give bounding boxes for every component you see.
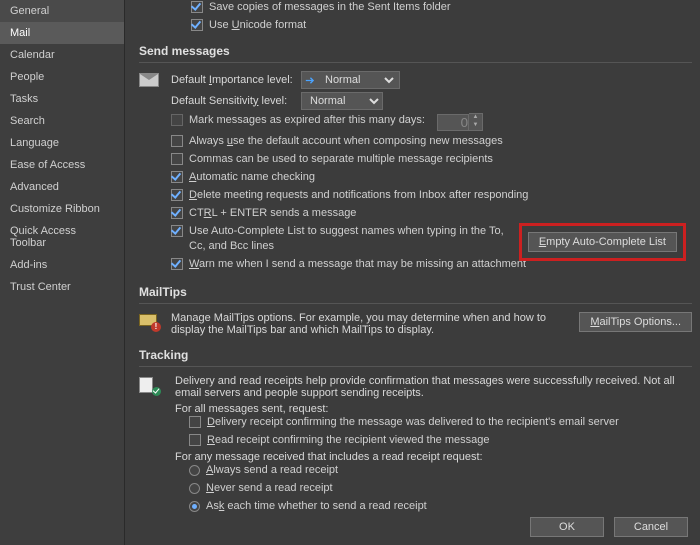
radio-ask-each[interactable] xyxy=(189,501,200,512)
mailtips-description: Manage MailTips options. For example, yo… xyxy=(171,312,564,336)
label-commas: Commas can be used to separate multiple … xyxy=(189,152,493,167)
sidebar: General Mail Calendar People Tasks Searc… xyxy=(0,0,125,545)
label-autocomplete: Use Auto-Complete List to suggest names … xyxy=(189,224,519,254)
label-always-default: Always use the default account when comp… xyxy=(189,134,503,149)
spinner-icon[interactable]: ▲▼ xyxy=(469,113,483,131)
ok-button[interactable]: OK xyxy=(530,517,604,537)
select-sensitivity[interactable]: Normal xyxy=(301,92,383,110)
sidebar-item-calendar[interactable]: Calendar xyxy=(0,44,124,66)
sidebar-item-trust-center[interactable]: Trust Center xyxy=(0,276,124,298)
checkbox-save-copies[interactable] xyxy=(191,1,203,13)
label-delivery-receipt: Delivery receipt confirming the message … xyxy=(207,415,619,430)
label-any-recv: For any message received that includes a… xyxy=(171,451,692,463)
section-title-tracking: Tracking xyxy=(139,344,692,364)
checkbox-unicode[interactable] xyxy=(191,19,203,31)
label-ctrl-enter: CTRL + ENTER sends a message xyxy=(189,206,356,221)
main-panel: Save copies of messages in the Sent Item… xyxy=(125,0,700,545)
sidebar-item-ease-of-access[interactable]: Ease of Access xyxy=(0,154,124,176)
checkbox-delivery-receipt[interactable] xyxy=(189,416,201,428)
checkbox-ctrl-enter[interactable] xyxy=(171,207,183,219)
sidebar-item-advanced[interactable]: Advanced xyxy=(0,176,124,198)
sidebar-item-customize-ribbon[interactable]: Customize Ribbon xyxy=(0,198,124,220)
section-title-mailtips: MailTips xyxy=(139,281,692,301)
checkbox-read-receipt[interactable] xyxy=(189,434,201,446)
sidebar-item-people[interactable]: People xyxy=(0,66,124,88)
checkbox-auto-name[interactable] xyxy=(171,171,183,183)
select-importance[interactable]: Normal xyxy=(317,72,397,88)
tracking-description: Delivery and read receipts help provide … xyxy=(171,375,692,399)
envelope-icon xyxy=(139,71,161,275)
label-save-copies: Save copies of messages in the Sent Item… xyxy=(209,0,451,15)
sidebar-item-language[interactable]: Language xyxy=(0,132,124,154)
label-sensitivity: Default Sensitivity level: xyxy=(171,94,301,109)
divider xyxy=(139,366,692,367)
checkbox-delete-meeting[interactable] xyxy=(171,189,183,201)
label-ask-each: Ask each time whether to send a read rec… xyxy=(206,499,427,514)
checkbox-autocomplete[interactable] xyxy=(171,225,183,237)
arrow-icon xyxy=(304,75,315,86)
label-importance: Default Importance level: xyxy=(171,73,301,88)
label-expire: Mark messages as expired after this many… xyxy=(189,113,425,128)
sidebar-item-search[interactable]: Search xyxy=(0,110,124,132)
label-unicode: Use Unicode format xyxy=(209,18,306,33)
select-importance-wrap[interactable]: Normal xyxy=(301,71,400,89)
label-never-send: Never send a read receipt xyxy=(206,481,333,496)
highlight-box: Empty Auto-Complete List xyxy=(519,223,686,261)
sidebar-item-add-ins[interactable]: Add-ins xyxy=(0,254,124,276)
sidebar-item-mail[interactable]: Mail xyxy=(0,22,124,44)
label-all-sent: For all messages sent, request: xyxy=(171,403,692,415)
empty-autocomplete-button[interactable]: Empty Auto-Complete List xyxy=(528,232,677,252)
label-read-receipt: Read receipt confirming the recipient vi… xyxy=(207,433,490,448)
checkbox-warn-attach[interactable] xyxy=(171,258,183,270)
section-title-send: Send messages xyxy=(139,40,692,60)
expire-days-input[interactable] xyxy=(437,114,469,131)
sidebar-item-tasks[interactable]: Tasks xyxy=(0,88,124,110)
sidebar-item-quick-access-toolbar[interactable]: Quick Access Toolbar xyxy=(0,220,124,254)
divider xyxy=(139,303,692,304)
expire-days-field[interactable]: ▲▼ xyxy=(437,113,483,131)
checkbox-commas[interactable] xyxy=(171,153,183,165)
cancel-button[interactable]: Cancel xyxy=(614,517,688,537)
checkbox-always-default[interactable] xyxy=(171,135,183,147)
divider xyxy=(139,62,692,63)
label-warn-attach: Warn me when I send a message that may b… xyxy=(189,257,526,272)
mailtips-options-button[interactable]: MailTips Options... xyxy=(579,312,692,332)
dialog-footer: OK Cancel xyxy=(530,517,688,537)
radio-always-send[interactable] xyxy=(189,465,200,476)
label-always-send: Always send a read receipt xyxy=(206,463,338,478)
tracking-icon xyxy=(139,375,161,517)
sidebar-item-general[interactable]: General xyxy=(0,0,124,22)
label-delete-meeting: Delete meeting requests and notification… xyxy=(189,188,528,203)
checkbox-expire[interactable] xyxy=(171,114,183,126)
label-auto-name: Automatic name checking xyxy=(189,170,315,185)
radio-never-send[interactable] xyxy=(189,483,200,494)
mailtips-icon: ! xyxy=(139,312,161,336)
